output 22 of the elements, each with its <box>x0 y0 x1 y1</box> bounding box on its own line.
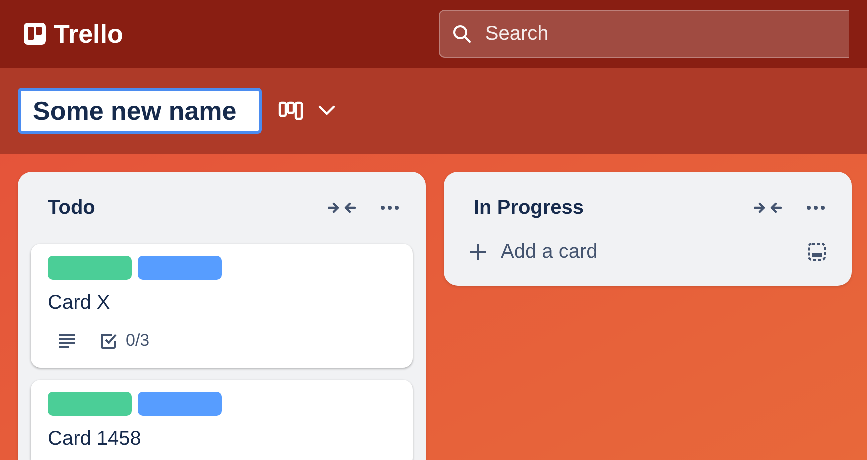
card-title: Card 1458 <box>48 426 142 452</box>
checklist-icon <box>100 332 118 350</box>
description-icon <box>58 334 76 348</box>
logo-text[interactable]: Trello <box>54 14 124 54</box>
search-icon <box>452 24 472 44</box>
more-icon[interactable] <box>380 205 400 211</box>
logo-icon <box>24 23 46 45</box>
more-icon[interactable] <box>806 205 826 211</box>
board-view-icon[interactable] <box>278 100 304 122</box>
checklist-count: 0/3 <box>126 330 150 352</box>
collapse-icon[interactable] <box>328 201 356 215</box>
chevron-down-icon[interactable] <box>318 105 336 117</box>
board-name-field[interactable]: Some new name <box>18 88 262 134</box>
card[interactable]: Card 1458 <box>31 380 413 460</box>
list-title[interactable]: Todo <box>48 193 328 223</box>
list-title[interactable]: In Progress <box>474 193 754 223</box>
card-title: Card X <box>48 291 112 316</box>
template-icon[interactable] <box>807 242 827 262</box>
card-label[interactable] <box>138 392 222 416</box>
plus-icon <box>469 243 487 261</box>
add-card-button[interactable]: Add a card <box>457 232 807 272</box>
collapse-icon[interactable] <box>754 201 782 215</box>
